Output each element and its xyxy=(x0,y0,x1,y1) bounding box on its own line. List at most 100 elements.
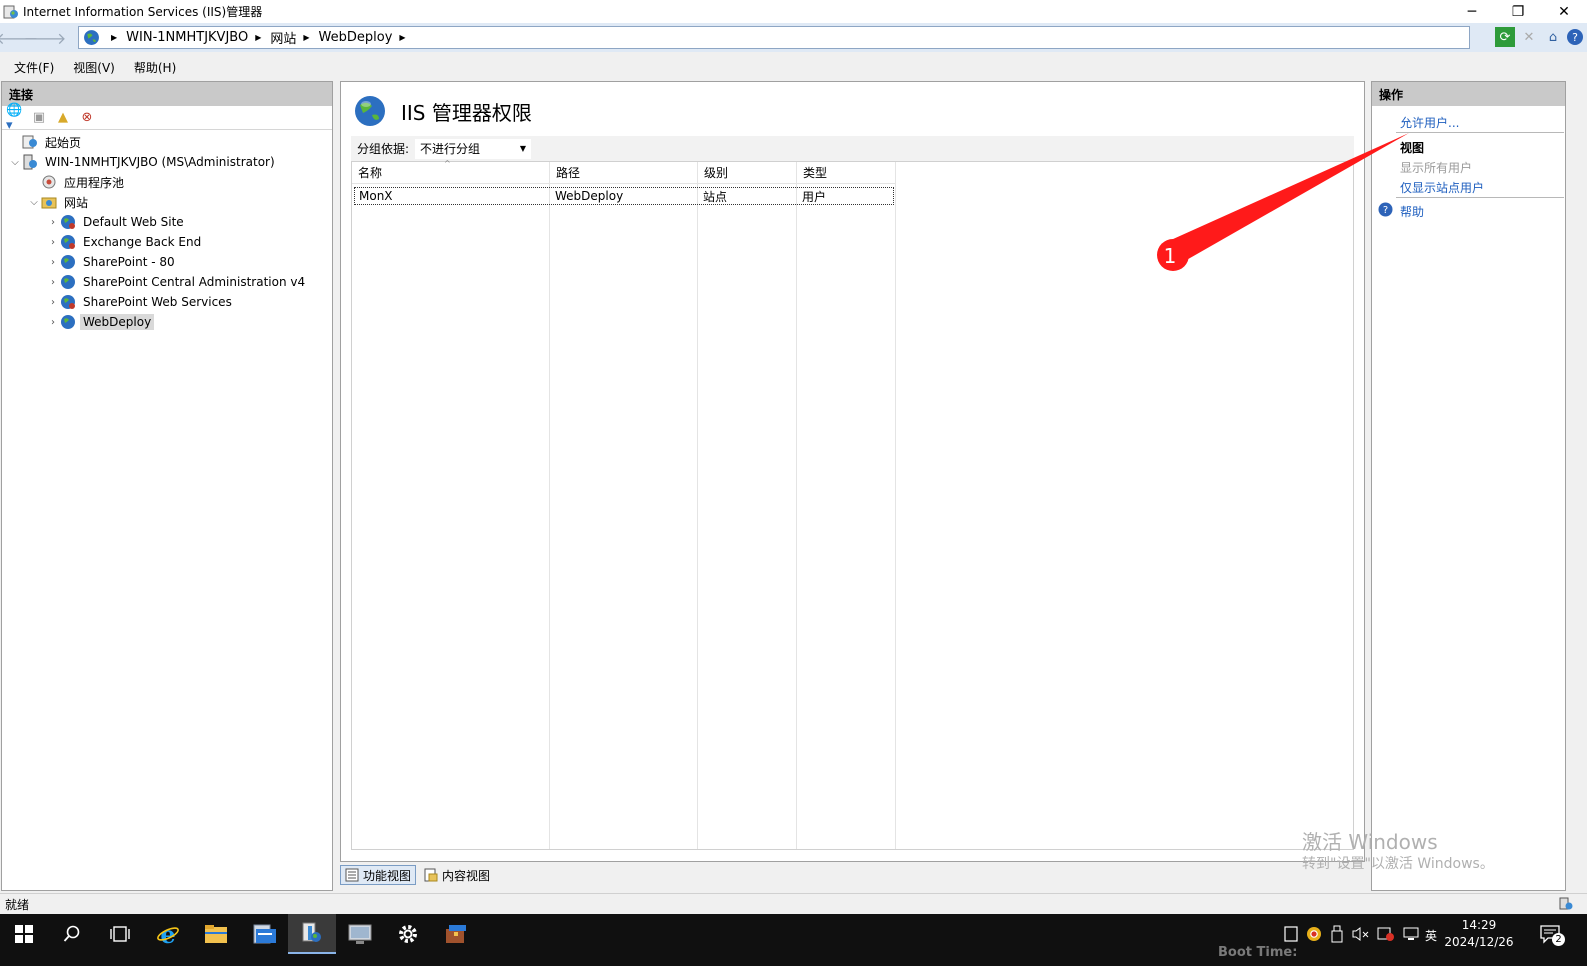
taskbar-remote-desktop[interactable] xyxy=(336,914,384,954)
refresh-icon[interactable]: ⟳ xyxy=(1495,27,1515,47)
search-icon xyxy=(63,925,80,942)
chevron-down-icon[interactable]: ⌵ xyxy=(8,157,22,168)
help-icon[interactable]: ? xyxy=(1378,202,1393,217)
chevron-right-icon[interactable]: ▶ xyxy=(255,33,261,42)
forward-button[interactable]: 🡒 xyxy=(24,27,67,49)
status-bar: 就绪 xyxy=(0,893,1587,914)
address-bar: 🡐 🡒 ▶ WIN-1NMHTJKVJBO ▶ 网站 ▶ WebDeploy ▶… xyxy=(0,23,1587,52)
page-title: IIS 管理器权限 xyxy=(401,100,532,125)
desktop-background-text: Boot Time: xyxy=(1218,945,1298,960)
save-icon[interactable]: ▣ xyxy=(30,109,48,127)
chevron-right-icon[interactable]: ▶ xyxy=(399,33,405,42)
group-by-bar: 分组依据: 不进行分组 ▼ xyxy=(351,136,1354,162)
stop-icon[interactable]: ✕ xyxy=(1519,27,1539,47)
menu-bar: 文件(F) 视图(V) 帮助(H) xyxy=(0,56,176,78)
svg-text:e: e xyxy=(160,922,175,946)
internet-explorer-icon: e xyxy=(157,922,179,946)
cell-path: WebDeploy xyxy=(555,189,624,203)
system-clock[interactable]: 14:29 2024/12/26 xyxy=(1436,917,1522,951)
usb-icon[interactable] xyxy=(1331,925,1343,943)
chevron-right-icon[interactable]: ▶ xyxy=(303,33,309,42)
tree-item-site-webdeploy[interactable]: › WebDeploy xyxy=(46,312,155,332)
chevron-right-icon[interactable]: › xyxy=(46,237,60,248)
show-all-users-link: 显示所有用户 xyxy=(1400,161,1473,175)
volume-muted-icon[interactable] xyxy=(1352,926,1370,942)
help-link[interactable]: 帮助 xyxy=(1400,203,1424,220)
site-globe-icon xyxy=(61,295,75,309)
tree-item-site-sharepoint-80[interactable]: › SharePoint - 80 xyxy=(46,252,178,272)
menu-help[interactable]: 帮助(H) xyxy=(134,59,176,76)
taskbar-settings[interactable] xyxy=(384,914,432,954)
notification-center-button[interactable]: 2 xyxy=(1540,924,1565,946)
tab-content-view[interactable]: 内容视图 xyxy=(420,865,494,885)
home-icon[interactable]: ⌂ xyxy=(1543,27,1563,47)
help-dropdown-icon[interactable]: ? xyxy=(1567,29,1583,45)
tray-app-icon[interactable] xyxy=(1284,926,1298,942)
iis-manager-icon xyxy=(302,922,321,942)
taskbar-server-manager[interactable] xyxy=(240,914,288,954)
column-header-name[interactable]: ^ 名称 xyxy=(352,159,550,184)
restore-button[interactable]: ❐ xyxy=(1495,0,1541,23)
actions-header: 操作 xyxy=(1372,82,1565,106)
server-manager-icon xyxy=(253,924,276,944)
minimize-button[interactable]: ─ xyxy=(1449,0,1495,23)
svg-text:?: ? xyxy=(1383,205,1388,216)
taskbar: Boot Time: e 英 14:29 2024/12/26 2 xyxy=(0,914,1587,966)
tray-chrome-icon[interactable] xyxy=(1306,926,1322,942)
taskbar-explorer[interactable] xyxy=(192,914,240,954)
chevron-right-icon[interactable]: ▶ xyxy=(111,33,117,42)
table-row[interactable]: MonX WebDeploy 站点 用户 xyxy=(354,187,894,205)
tree-item-server[interactable]: ⌵ WIN-1NMHTJKVJBO (MS\Administrator) xyxy=(8,152,278,172)
globe-icon xyxy=(355,96,385,126)
sort-ascending-icon: ^ xyxy=(444,159,451,168)
tree-item-site-exchange[interactable]: › Exchange Back End xyxy=(46,232,204,252)
taskbar-ie[interactable]: e xyxy=(144,914,192,954)
search-button[interactable] xyxy=(48,914,96,954)
close-button[interactable]: ✕ xyxy=(1541,0,1587,23)
chevron-right-icon[interactable]: › xyxy=(46,277,60,288)
column-header-type[interactable]: 类型 xyxy=(797,162,896,184)
tree-item-site-sp-web-services[interactable]: › SharePoint Web Services xyxy=(46,292,235,312)
taskbar-iis-manager[interactable] xyxy=(288,914,336,954)
group-by-label: 分组依据: xyxy=(357,142,410,156)
chevron-right-icon[interactable]: › xyxy=(46,217,60,228)
chevron-right-icon[interactable]: › xyxy=(46,297,60,308)
menu-file[interactable]: 文件(F) xyxy=(14,59,54,76)
connect-icon[interactable]: 🌐▾ xyxy=(6,103,24,133)
feature-panel: IIS 管理器权限 分组依据: 不进行分组 ▼ ^ 名称 路径 级别 类型 Mo… xyxy=(340,81,1365,862)
tree-item-sites[interactable]: ⌵ 网站 xyxy=(27,192,91,212)
status-text: 就绪 xyxy=(5,897,30,912)
show-site-users-link[interactable]: 仅显示站点用户 xyxy=(1400,179,1484,196)
chevron-down-icon[interactable]: ⌵ xyxy=(27,197,41,208)
task-view-icon xyxy=(110,926,130,942)
tab-features-view[interactable]: 功能视图 xyxy=(340,865,417,885)
server-icon xyxy=(23,154,37,170)
disconnect-icon[interactable]: ⊗ xyxy=(78,109,96,127)
chevron-right-icon[interactable]: › xyxy=(46,257,60,268)
permissions-table: ^ 名称 路径 级别 类型 MonX WebDeploy 站点 用户 xyxy=(351,159,1354,850)
clock-date: 2024/12/26 xyxy=(1444,935,1514,949)
task-view-button[interactable] xyxy=(96,914,144,954)
security-alert-icon[interactable] xyxy=(1377,926,1395,942)
chevron-right-icon[interactable]: › xyxy=(46,317,60,328)
group-by-select[interactable]: 不进行分组 ▼ xyxy=(415,138,532,159)
column-header-path[interactable]: 路径 xyxy=(550,162,698,184)
breadcrumb-site[interactable]: WebDeploy xyxy=(319,30,393,45)
network-icon[interactable] xyxy=(1402,926,1420,942)
tree-item-app-pools[interactable]: 应用程序池 xyxy=(27,172,127,192)
clock-time: 14:29 xyxy=(1461,918,1497,932)
breadcrumb-server[interactable]: WIN-1NMHTJKVJBO xyxy=(126,30,248,45)
tree-item-site-default[interactable]: › Default Web Site xyxy=(46,212,187,232)
up-folder-icon[interactable]: ▲ xyxy=(54,109,72,127)
menu-view[interactable]: 视图(V) xyxy=(73,59,115,76)
allow-user-link[interactable]: 允许用户... xyxy=(1400,114,1459,131)
taskbar-package-app[interactable] xyxy=(432,914,480,954)
start-button[interactable] xyxy=(0,914,48,954)
breadcrumb-sites[interactable]: 网站 xyxy=(270,28,296,47)
tree-item-start-page[interactable]: 起始页 xyxy=(8,132,84,152)
connection-status-icon xyxy=(1559,897,1573,910)
windows-logo-icon xyxy=(15,925,33,943)
breadcrumb[interactable]: ▶ WIN-1NMHTJKVJBO ▶ 网站 ▶ WebDeploy ▶ xyxy=(78,26,1470,49)
column-header-level[interactable]: 级别 xyxy=(698,162,797,184)
tree-item-site-sp-central-admin[interactable]: › SharePoint Central Administration v4 xyxy=(46,272,308,292)
